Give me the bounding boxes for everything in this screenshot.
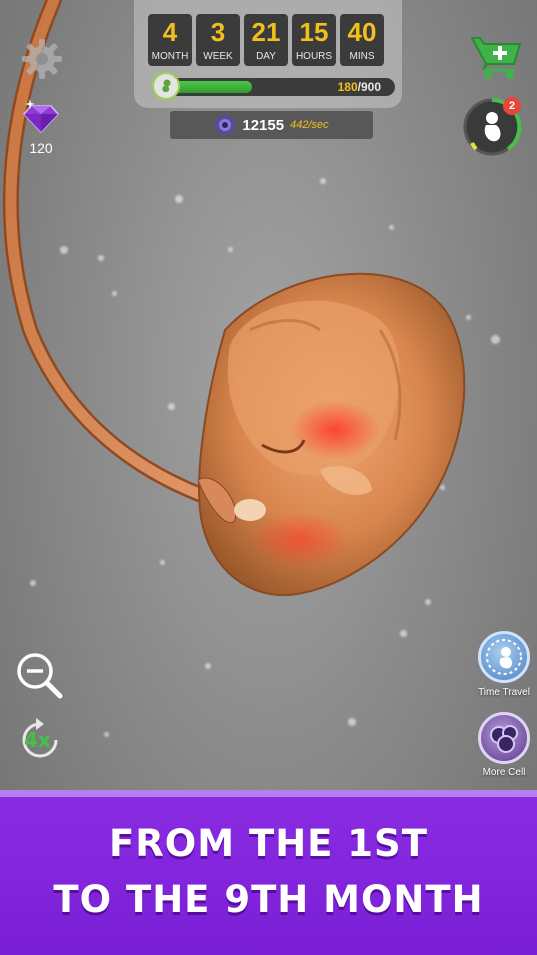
banner-line-1: FROM THE 1ST (109, 822, 428, 865)
promo-banner: FROM THE 1ST TO THE 9TH MONTH (0, 790, 537, 955)
settings-gear-icon[interactable] (20, 37, 64, 81)
time-travel-button[interactable] (478, 631, 530, 683)
timer-day-unit: DAY (256, 51, 276, 62)
speed-4x-button[interactable]: 4x (16, 716, 64, 764)
timer-week: 3 WEEK (196, 14, 240, 66)
growth-progress-bar: 180/900 (152, 72, 395, 100)
timer-week-value: 3 (210, 17, 226, 47)
shop-cart-icon[interactable] (470, 34, 524, 80)
cells-counter: 12155 442/sec (170, 111, 373, 139)
timer-mins: 40 MINS (340, 14, 384, 66)
progress-current: 180 (337, 80, 358, 94)
zoom-out-icon[interactable] (14, 650, 66, 702)
timer-day: 21 DAY (244, 14, 288, 66)
cells-cluster-icon (490, 725, 518, 753)
timer-week-unit: WEEK (203, 51, 233, 62)
timer-mins-value: 40 (347, 17, 377, 47)
banner-line-2: TO THE 9TH MONTH (53, 878, 484, 921)
notification-badge: 2 (503, 97, 521, 115)
timer-month-value: 4 (162, 17, 178, 47)
timer-panel: 4 MONTH 3 WEEK 21 DAY 15 HOURS 40 MINS 1… (134, 0, 402, 108)
progress-max: /900 (357, 80, 381, 94)
clock-fetus-icon (486, 639, 522, 675)
timer-hours-unit: HOURS (295, 51, 333, 62)
timer-mins-unit: MINS (349, 51, 375, 62)
timer-month: 4 MONTH (148, 14, 192, 66)
timer-hours: 15 HOURS (292, 14, 336, 66)
diamond-icon[interactable] (22, 98, 60, 136)
timer-month-unit: MONTH (151, 51, 189, 62)
progress-text: 180/900 (338, 80, 381, 94)
more-cell-label: More Cell (482, 767, 526, 778)
timer-day-value: 21 (251, 17, 281, 47)
timer-hours-value: 15 (299, 17, 329, 47)
more-cell-button[interactable] (478, 712, 530, 764)
timer-boxes: 4 MONTH 3 WEEK 21 DAY 15 HOURS 40 MINS (148, 14, 384, 66)
cells-rate: 442/sec (290, 119, 329, 131)
cell-icon (215, 115, 236, 135)
speed-label: 4x (24, 728, 51, 752)
time-travel-label: Time Travel (478, 687, 530, 698)
cells-count: 12155 (242, 116, 285, 134)
gem-count: 120 (29, 140, 53, 156)
fetus-progress-icon (152, 72, 180, 100)
